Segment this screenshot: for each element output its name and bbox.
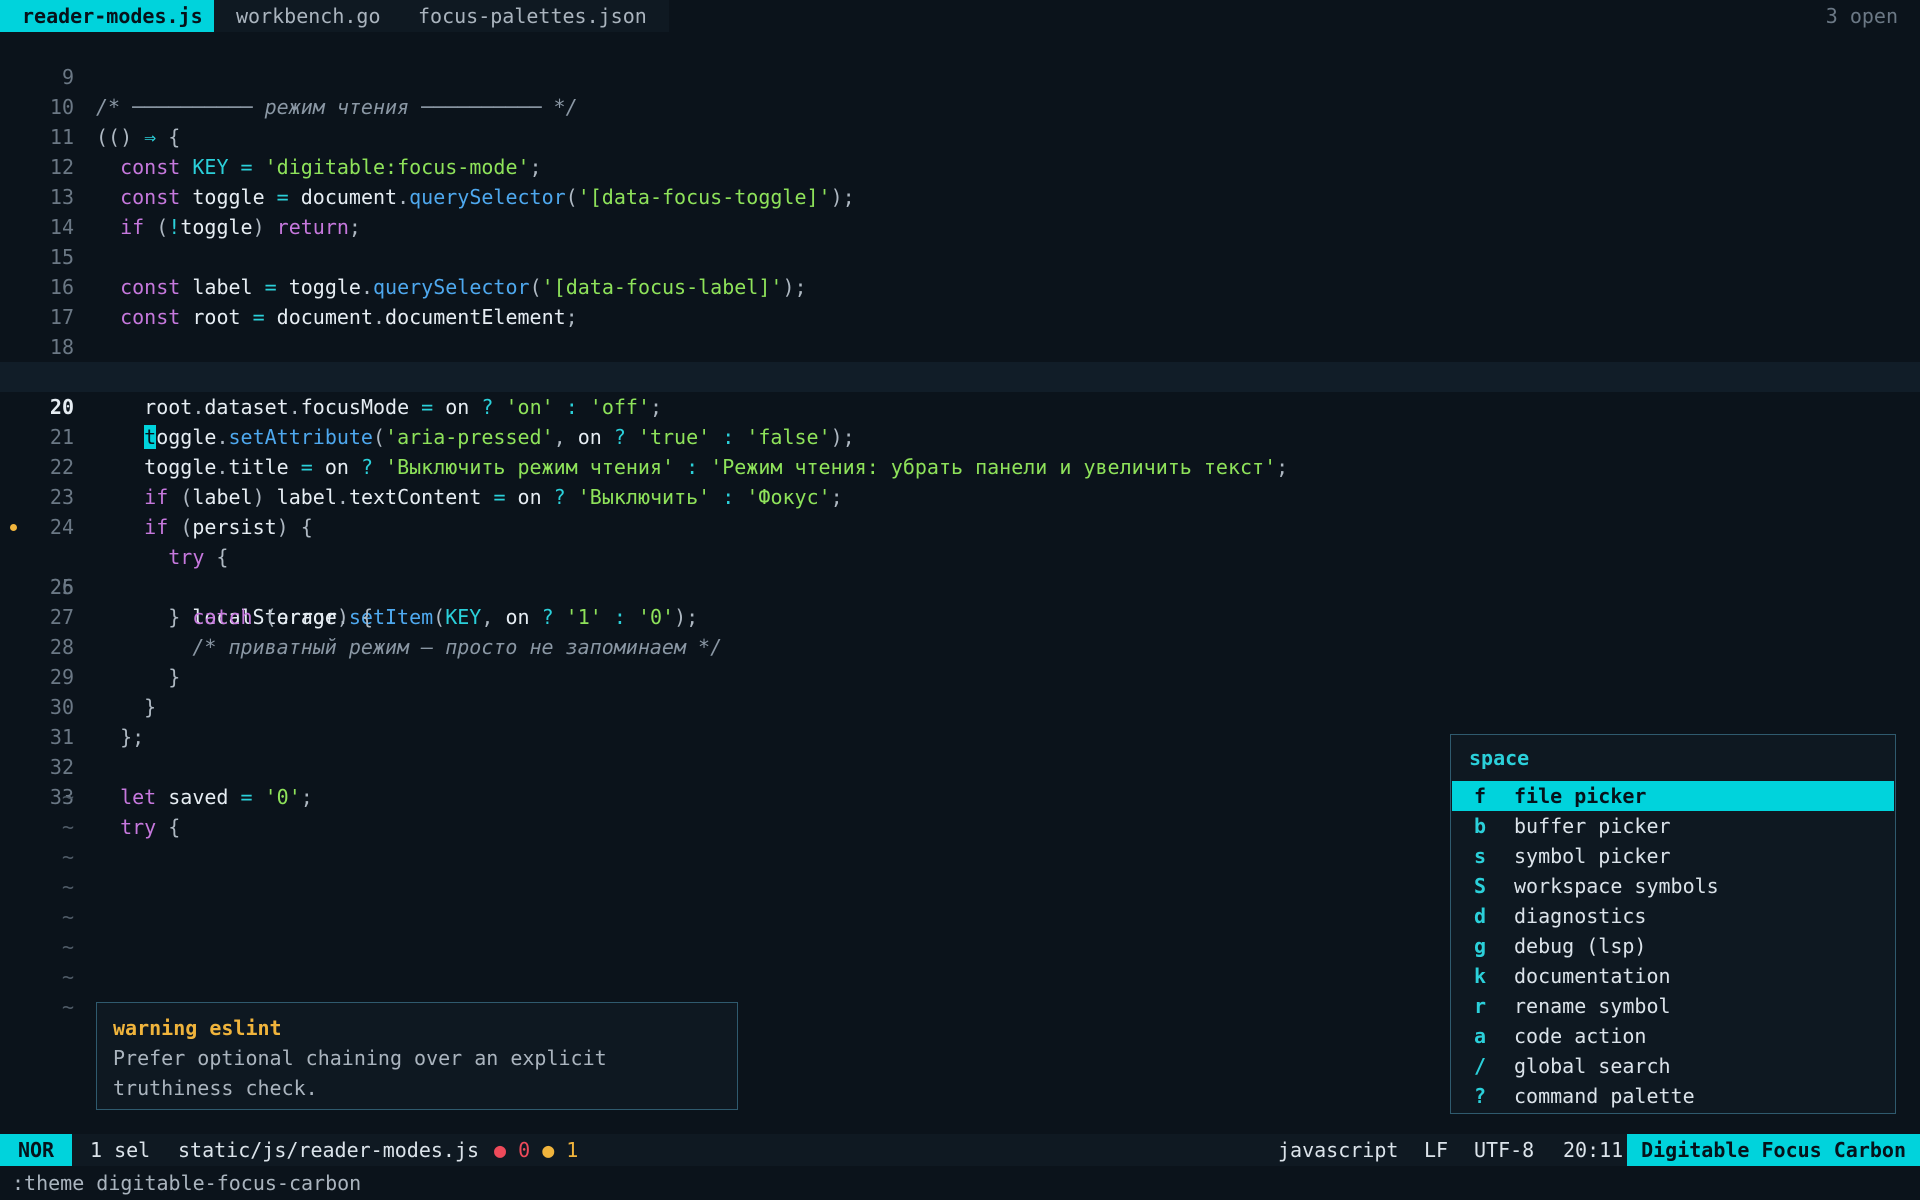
code-line: 30 }; — [0, 662, 1920, 749]
menu-label: diagnostics — [1514, 904, 1647, 928]
menu-item-diagnostics[interactable]: d diagnostics — [1452, 901, 1894, 931]
menu-key: a — [1474, 1024, 1487, 1048]
lint-title: warning eslint — [113, 1016, 282, 1040]
tab-reader-modes-js[interactable]: reader-modes.js — [0, 0, 225, 32]
open-buffers-count: 3 open — [1825, 4, 1898, 28]
menu-label: rename symbol — [1514, 994, 1671, 1018]
menu-key: g — [1474, 934, 1487, 958]
code-line: 23 if (persist) { — [0, 452, 1920, 539]
menu-item-file-picker[interactable]: f file picker — [1452, 781, 1894, 811]
code-line: 12 const toggle = document.querySelector… — [0, 122, 1920, 209]
menu-key: S — [1474, 874, 1487, 898]
menu-item-buffer-picker[interactable]: b buffer picker — [1452, 811, 1894, 841]
language-indicator[interactable]: javascript — [1278, 1134, 1398, 1166]
mode-indicator: NOR — [0, 1134, 72, 1166]
code-line: 24 try { — [0, 482, 1920, 569]
tab-bar: reader-modes.js workbench.go focus-palet… — [0, 0, 1920, 32]
code-line: 18 const apply = (on, persist) ⇒ { — [0, 302, 1920, 389]
code-line: 19 root.dataset.focusMode = on ? 'on' : … — [0, 332, 1920, 419]
menu-label: code action — [1514, 1024, 1647, 1048]
gutter-warning-icon[interactable] — [10, 524, 17, 531]
menu-item-symbol-picker[interactable]: s symbol picker — [1452, 841, 1894, 871]
menu-label: global search — [1514, 1054, 1671, 1078]
menu-key: r — [1474, 994, 1487, 1018]
diagnostics-summary[interactable]: ● 0 ● 1 — [494, 1134, 578, 1166]
menu-label: buffer picker — [1514, 814, 1671, 838]
menu-label: debug (lsp) — [1514, 934, 1647, 958]
code-line: 26 } catch (error) { — [0, 542, 1920, 629]
code-line: 17 — [0, 272, 1920, 329]
error-count: 0 — [518, 1138, 531, 1162]
code-line: 21 toggle.title = on ? 'Выключить режим … — [0, 392, 1920, 479]
code-line: 9 /* ────────── режим чтения ────────── … — [0, 32, 1920, 119]
menu-item-documentation[interactable]: k documentation — [1452, 961, 1894, 991]
code-line: 25 localStorage.setItem(KEY, on ? '1' : … — [0, 512, 1920, 629]
space-menu: space f file picker b buffer picker s sy… — [1450, 734, 1896, 1114]
menu-label: file picker — [1514, 784, 1647, 808]
tab-workbench-go[interactable]: workbench.go — [214, 0, 403, 32]
menu-key: d — [1474, 904, 1487, 928]
error-dot-icon: ● — [494, 1138, 507, 1162]
line-ending-indicator[interactable]: LF — [1424, 1134, 1448, 1166]
menu-key: f — [1474, 784, 1487, 808]
code-line: 29 } — [0, 632, 1920, 719]
warning-dot-icon: ● — [542, 1138, 555, 1162]
menu-item-global-search[interactable]: / global search — [1452, 1051, 1894, 1081]
menu-label: symbol picker — [1514, 844, 1671, 868]
menu-item-debug[interactable]: g debug (lsp) — [1452, 931, 1894, 961]
code-line: 28 } — [0, 602, 1920, 689]
menu-key: / — [1474, 1054, 1487, 1078]
code-line: 11 const KEY = 'digitable:focus-mode'; — [0, 92, 1920, 179]
code-line: 16 const root = document.documentElement… — [0, 242, 1920, 329]
code-line: 14 — [0, 182, 1920, 239]
code-line: 13 if (!toggle) return; — [0, 152, 1920, 239]
code-line: 15 const label = toggle.querySelector('[… — [0, 212, 1920, 299]
space-menu-title: space — [1469, 746, 1530, 770]
menu-item-rename-symbol[interactable]: r rename symbol — [1452, 991, 1894, 1021]
menu-label: documentation — [1514, 964, 1671, 988]
encoding-indicator[interactable]: UTF-8 — [1474, 1134, 1534, 1166]
cursor-position: 20:11 — [1563, 1138, 1624, 1162]
lint-message: Prefer optional chaining over an explici… — [113, 1046, 607, 1100]
tab-focus-palettes-json[interactable]: focus-palettes.json — [396, 0, 669, 32]
menu-key: k — [1474, 964, 1487, 988]
status-bar: NOR 1 sel static/js/reader-modes.js ● 0 … — [0, 1134, 1920, 1166]
menu-item-workspace-symbols[interactable]: S workspace symbols — [1452, 871, 1894, 901]
warning-count: 1 — [566, 1138, 579, 1162]
command-line[interactable]: :theme digitable-focus-carbon — [12, 1168, 361, 1198]
menu-key: ? — [1474, 1084, 1487, 1108]
menu-key: b — [1474, 814, 1487, 838]
selection-count: 1 sel — [90, 1138, 151, 1162]
menu-key: s — [1474, 844, 1487, 868]
code-line: 27 /* приватный режим — просто не запоми… — [0, 572, 1920, 659]
code-line-current: 20 toggle.setAttribute('aria-pressed', o… — [0, 362, 1920, 449]
menu-item-code-action[interactable]: a code action — [1452, 1021, 1894, 1051]
code-line: 10 (() ⇒ { — [0, 62, 1920, 149]
menu-item-command-palette[interactable]: ? command palette — [1452, 1081, 1894, 1111]
code-line: 22 if (label) label.textContent = on ? '… — [0, 422, 1920, 509]
theme-name-badge: Digitable Focus Carbon — [1627, 1134, 1920, 1166]
file-path[interactable]: static/js/reader-modes.js — [178, 1134, 479, 1166]
code-line: 31 — [0, 692, 1920, 749]
menu-label: workspace symbols — [1514, 874, 1719, 898]
menu-label: command palette — [1514, 1084, 1695, 1108]
lint-diagnostic-popup: warning eslint Prefer optional chaining … — [96, 1002, 738, 1110]
